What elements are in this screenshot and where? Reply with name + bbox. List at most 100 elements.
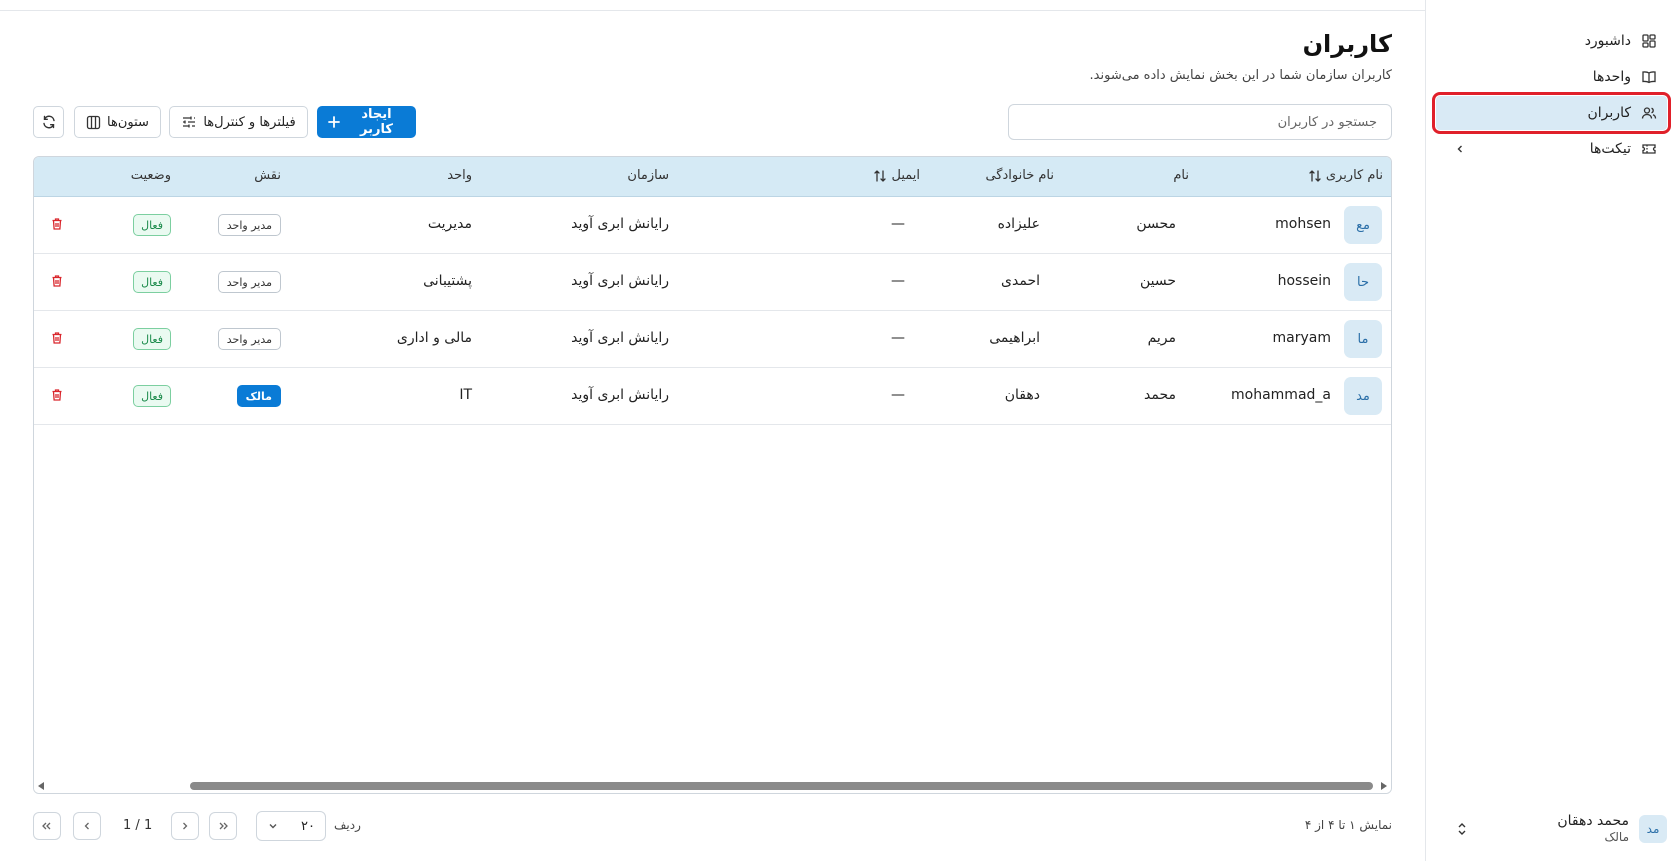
next-page-button[interactable] [73, 812, 101, 840]
col-status-label: وضعیت [130, 168, 171, 183]
create-user-button[interactable]: ایجاد کاربر [317, 106, 416, 138]
col-role[interactable]: نقش [254, 168, 281, 183]
user-role: مالک [1604, 830, 1629, 844]
col-email-label: ایمیل [891, 168, 920, 183]
double-chevron-left-icon [41, 820, 53, 832]
cell-username: mohsen [1275, 216, 1331, 232]
app-root: کاربران کاربران سازمان شما در این بخش نم… [0, 0, 1679, 861]
cell-last-name: علیزاده [997, 216, 1040, 232]
cell-organization: رایانش ابری آوید [571, 216, 669, 232]
cell-organization: رایانش ابری آوید [571, 330, 669, 346]
col-role-label: نقش [254, 168, 281, 183]
users-icon [1641, 105, 1657, 121]
avatar: ما [1344, 320, 1382, 358]
delete-icon[interactable] [50, 331, 64, 345]
avatar: مد [1344, 377, 1382, 415]
rows-per-page-select[interactable]: ۲۰ [256, 811, 326, 841]
status-badge: فعال [133, 328, 171, 350]
cell-first-name: محسن [1136, 216, 1176, 232]
scroll-left-arrow-icon[interactable] [38, 782, 44, 790]
scrollbar-thumb[interactable] [190, 782, 1373, 790]
col-unit[interactable]: واحد [447, 168, 472, 183]
chevron-down-icon [267, 820, 279, 832]
page-subtitle: کاربران سازمان شما در این بخش نمایش داده… [1089, 68, 1392, 83]
cell-unit: پشتیبانی [423, 273, 472, 289]
results-count: نمایش ۱ تا ۴ از ۴ [1304, 818, 1392, 832]
sidebar-item-units[interactable]: واحدها [1436, 60, 1667, 94]
table-row[interactable]: مد mohammad_a محمد دهقان — رایانش ابری آ… [34, 368, 1391, 425]
avatar: مع [1344, 206, 1382, 244]
table-row[interactable]: مع mohsen محسن علیزاده — رایانش ابری آوی… [34, 197, 1391, 254]
cell-unit: مالی و اداری [396, 330, 472, 346]
last-page-button[interactable] [33, 812, 61, 840]
role-badge: مالک [236, 385, 281, 407]
sidebar-item-label: کاربران [1587, 105, 1631, 121]
users-table: نام کاربری نام نام خانوادگی ایمیل سازمان… [33, 156, 1392, 794]
cell-email: — [891, 330, 905, 346]
col-last-name-label: نام خانوادگی [985, 168, 1054, 183]
refresh-button[interactable] [33, 106, 64, 138]
create-user-label: ایجاد کاربر [360, 107, 393, 137]
col-username[interactable]: نام کاربری [1308, 168, 1383, 183]
status-badge: فعال [133, 271, 171, 293]
cell-email: — [891, 216, 905, 232]
sliders-icon [181, 114, 197, 130]
avatar: مد [1639, 815, 1667, 843]
cell-username: hossein [1277, 273, 1331, 289]
dashboard-icon [1641, 33, 1657, 49]
cell-email: — [891, 387, 905, 403]
prev-page-button[interactable] [171, 812, 199, 840]
sidebar: داشبورد واحدها کاربران تیکت‌ها [1425, 0, 1679, 861]
col-last-name[interactable]: نام خانوادگی [985, 168, 1054, 183]
cell-organization: رایانش ابری آوید [571, 387, 669, 403]
sidebar-item-label: داشبورد [1584, 33, 1631, 49]
delete-icon[interactable] [50, 274, 64, 288]
cell-last-name: احمدی [1001, 273, 1040, 289]
main-content: کاربران کاربران سازمان شما در این بخش نم… [0, 0, 1425, 861]
filters-button[interactable]: فیلترها و کنترل‌ها [169, 106, 308, 138]
cell-username: mohammad_a [1231, 387, 1331, 403]
role-badge: مدیر واحد [217, 271, 281, 293]
col-first-name-label: نام [1173, 168, 1189, 183]
col-first-name[interactable]: نام [1173, 168, 1189, 183]
sort-icon [873, 169, 887, 183]
sidebar-item-label: واحدها [1592, 69, 1631, 85]
ticket-icon [1641, 141, 1657, 157]
columns-button[interactable]: ستون‌ها [74, 106, 161, 138]
top-divider [0, 10, 1425, 11]
col-email[interactable]: ایمیل [873, 168, 920, 183]
user-info: محمد دهقان مالک [1557, 813, 1629, 845]
user-name: محمد دهقان [1557, 813, 1629, 829]
table-row[interactable]: ما maryam مریم ابراهیمی — رایانش ابری آو… [34, 311, 1391, 368]
columns-label: ستون‌ها [107, 114, 149, 130]
first-page-button[interactable] [209, 812, 237, 840]
role-badge: مدیر واحد [217, 328, 281, 350]
sort-icon [1308, 169, 1322, 183]
sidebar-item-users[interactable]: کاربران [1432, 92, 1671, 134]
col-organization[interactable]: سازمان [627, 168, 669, 183]
cell-first-name: حسین [1139, 273, 1176, 289]
cell-organization: رایانش ابری آوید [571, 273, 669, 289]
user-menu[interactable]: مد محمد دهقان مالک [1436, 809, 1667, 849]
rows-per-page-value: ۲۰ [301, 818, 315, 834]
avatar: حا [1344, 263, 1382, 301]
cell-last-name: ابراهیمی [989, 330, 1040, 346]
col-unit-label: واحد [447, 168, 472, 183]
cell-unit: IT [459, 387, 472, 403]
sidebar-item-tickets[interactable]: تیکت‌ها [1436, 132, 1667, 166]
sidebar-item-dashboard[interactable]: داشبورد [1436, 24, 1667, 58]
chevron-left-icon[interactable] [1452, 141, 1468, 157]
delete-icon[interactable] [50, 217, 64, 231]
sidebar-item-label: تیکت‌ها [1589, 141, 1631, 157]
cell-first-name: مریم [1147, 330, 1176, 346]
cell-first-name: محمد [1144, 387, 1176, 403]
search-input[interactable] [1008, 104, 1392, 140]
delete-icon[interactable] [50, 388, 64, 402]
col-organization-label: سازمان [627, 168, 669, 183]
scroll-right-arrow-icon[interactable] [1381, 782, 1387, 790]
cell-username: maryam [1272, 330, 1331, 346]
col-status[interactable]: وضعیت [131, 168, 171, 183]
horizontal-scrollbar[interactable] [34, 779, 1391, 793]
role-badge: مدیر واحد [217, 214, 281, 236]
table-row[interactable]: حا hossein حسین احمدی — رایانش ابری آوید… [34, 254, 1391, 311]
